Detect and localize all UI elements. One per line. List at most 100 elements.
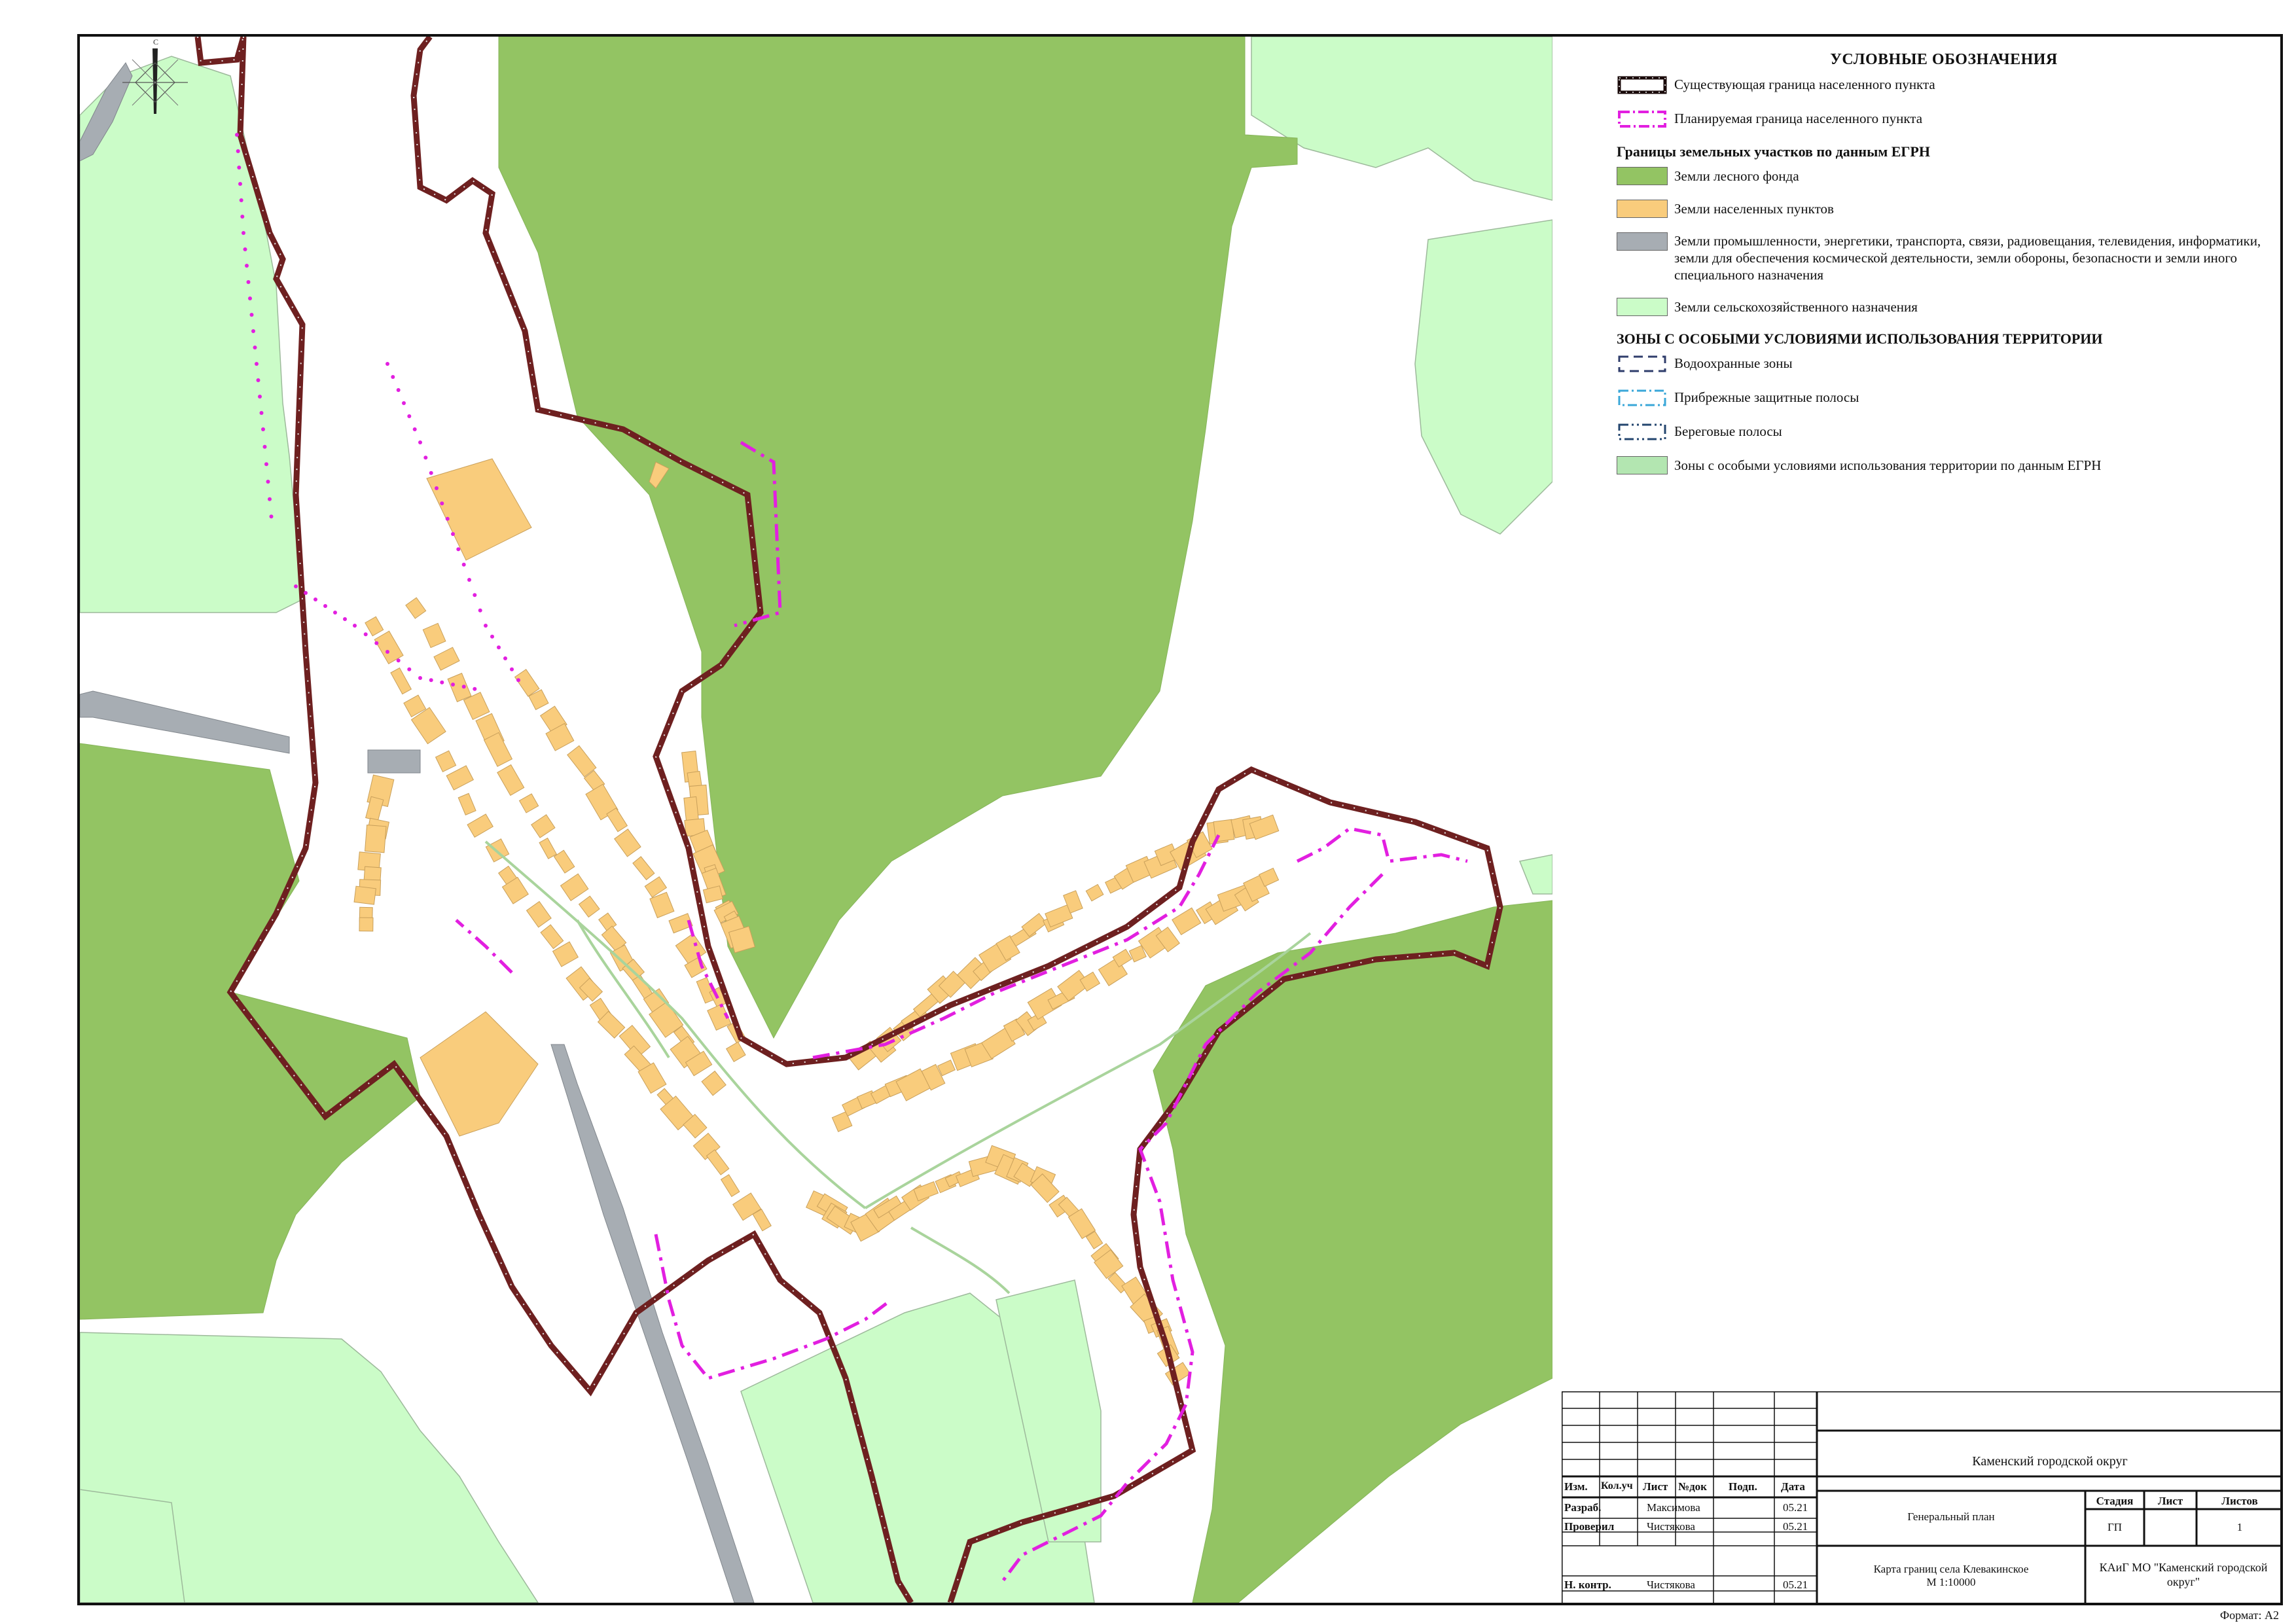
planned-boundary-point: [467, 578, 471, 582]
planned-boundary-point: [243, 247, 247, 251]
planned-boundary-point: [391, 375, 395, 379]
sheet-label: Лист: [2157, 1495, 2183, 1507]
planned-boundary-point: [440, 680, 444, 685]
house-plot: [364, 824, 387, 853]
planned-boundary-point: [503, 656, 507, 660]
coastal-strip-symbol: [1617, 388, 1668, 408]
planned-boundary-point: [402, 401, 406, 405]
planned-boundary-point: [294, 584, 298, 588]
organization: КАиГ МО "Каменский городской округ": [2099, 1561, 2268, 1588]
name-norm-control: Чистякова: [1647, 1578, 1695, 1591]
planned-boundary-point: [461, 562, 466, 567]
legend-row-forest: Земли лесного фонда: [1617, 167, 2271, 185]
sheet-title: Карта границ села Клевакинское: [1873, 1563, 2029, 1575]
planned-boundary-point: [451, 683, 455, 687]
planned-boundary-point: [429, 678, 433, 683]
planned-boundary-point: [259, 411, 264, 415]
planned-boundary-point: [248, 296, 252, 300]
planned-boundary-point: [456, 547, 461, 552]
planned-boundary-point: [386, 362, 389, 366]
planned-boundary-point: [473, 687, 477, 691]
north-label: С: [153, 37, 158, 46]
name-checker: Чистякова: [1647, 1520, 1695, 1533]
date-checker: 05.21: [1783, 1520, 1808, 1533]
egrn-heading: Границы земельных участков по данным ЕГР…: [1617, 143, 1930, 160]
planned-boundary-point: [473, 593, 477, 597]
legend-label: Земли сельскохозяйственного назначения: [1674, 299, 1918, 315]
planned-boundary-point: [440, 501, 444, 506]
planned-boundary-point: [333, 611, 337, 615]
planned-boundary-point: [235, 133, 239, 137]
planned-boundary-point: [256, 378, 260, 382]
legend-label: Земли населенных пунктов: [1674, 201, 1834, 217]
planned-boundary-point: [374, 641, 379, 645]
legend-row-agricultural: Земли сельскохозяйственного назначения: [1617, 298, 2271, 316]
planned-boundary-point: [418, 676, 422, 680]
water-protection-symbol: [1617, 354, 1668, 374]
planned-boundary-point: [258, 395, 262, 399]
planned-boundary-point: [253, 346, 257, 349]
existing-boundary-symbol: [1617, 75, 1668, 95]
planned-boundary-point: [412, 427, 417, 431]
title-block: Изм. Кол.уч Лист №док Подп. Дата Разраб.…: [1562, 1391, 2283, 1605]
col-podp: Подп.: [1729, 1480, 1757, 1493]
planned-boundary-point: [478, 608, 482, 613]
legend-label: Земли лесного фонда: [1674, 168, 1799, 184]
planned-boundary-point: [269, 514, 274, 519]
legend-label: Зоны с особыми условиями использования т…: [1674, 457, 2102, 473]
planned-boundary-point: [239, 198, 243, 202]
planned-boundary-point: [343, 617, 347, 621]
format-label: Формат: А2: [2219, 1609, 2279, 1622]
col-data: Дата: [1781, 1480, 1805, 1493]
house-plot: [353, 885, 376, 905]
col-ndoc: №док: [1678, 1480, 1707, 1493]
planned-boundary-point: [323, 604, 327, 608]
planned-boundary-point: [418, 440, 422, 444]
planned-boundary-point: [396, 658, 401, 663]
planned-boundary-point: [255, 362, 259, 366]
date-norm-control: 05.21: [1783, 1578, 1808, 1591]
planned-boundary-point: [461, 685, 466, 689]
planned-boundary-point: [304, 591, 308, 595]
planned-boundary-point: [245, 264, 249, 268]
planned-boundary-point: [242, 231, 245, 235]
planned-boundary-point: [490, 634, 494, 639]
legend: УСЛОВНЫЕ ОБОЗНАЧЕНИЯ Существующая границ…: [1617, 47, 2271, 489]
planned-boundary-point: [484, 624, 488, 628]
planned-boundary-point: [266, 480, 270, 484]
planned-boundary-point: [262, 444, 267, 449]
stage-value: ГП: [2107, 1521, 2123, 1533]
planned-boundary-point: [445, 516, 450, 521]
legend-row-industry: Земли промышленности, энергетики, трансп…: [1617, 232, 2271, 283]
planned-boundary-point: [429, 471, 433, 475]
role-norm-control: Н. контр.: [1564, 1578, 1611, 1591]
planned-boundary-point: [238, 182, 242, 186]
col-izm: Изм.: [1564, 1480, 1588, 1493]
village-boundary-map: С: [80, 37, 1552, 1603]
legend-label: Земли промышленности, энергетики, трансп…: [1674, 233, 2261, 283]
planned-boundary-point: [261, 427, 265, 431]
planned-boundary-point: [240, 215, 245, 219]
stage-label: Стадия: [2096, 1495, 2134, 1507]
industry-swatch: [1617, 232, 1668, 251]
planned-boundary-point: [237, 166, 242, 169]
legend-row-settlement: Земли населенных пунктов: [1617, 200, 2271, 218]
planned-boundary-point: [268, 497, 272, 501]
planned-boundary-point: [246, 280, 251, 284]
scale: М 1:10000: [1926, 1576, 1976, 1588]
planned-boundary-point: [451, 532, 455, 536]
egrn-zone-swatch: [1617, 456, 1668, 474]
forest-swatch: [1617, 167, 1668, 185]
col-kol: Кол.уч: [1601, 1480, 1633, 1491]
col-list: Лист: [1643, 1480, 1668, 1493]
agricultural-swatch: [1617, 298, 1668, 316]
planned-boundary-point: [236, 149, 240, 153]
legend-label: Существующая граница населенного пункта: [1674, 77, 1935, 92]
legend-row-existing-boundary: Существующая граница населенного пункта: [1617, 75, 2271, 95]
date-developer: 05.21: [1783, 1501, 1808, 1514]
legend-label: Береговые полосы: [1674, 423, 1782, 439]
legend-label: Прибрежные защитные полосы: [1674, 389, 1859, 405]
planned-boundary-point: [249, 313, 254, 317]
sheets-value: 1: [2236, 1521, 2243, 1533]
legend-row-water-protection: Водоохранные зоны: [1617, 354, 2271, 374]
